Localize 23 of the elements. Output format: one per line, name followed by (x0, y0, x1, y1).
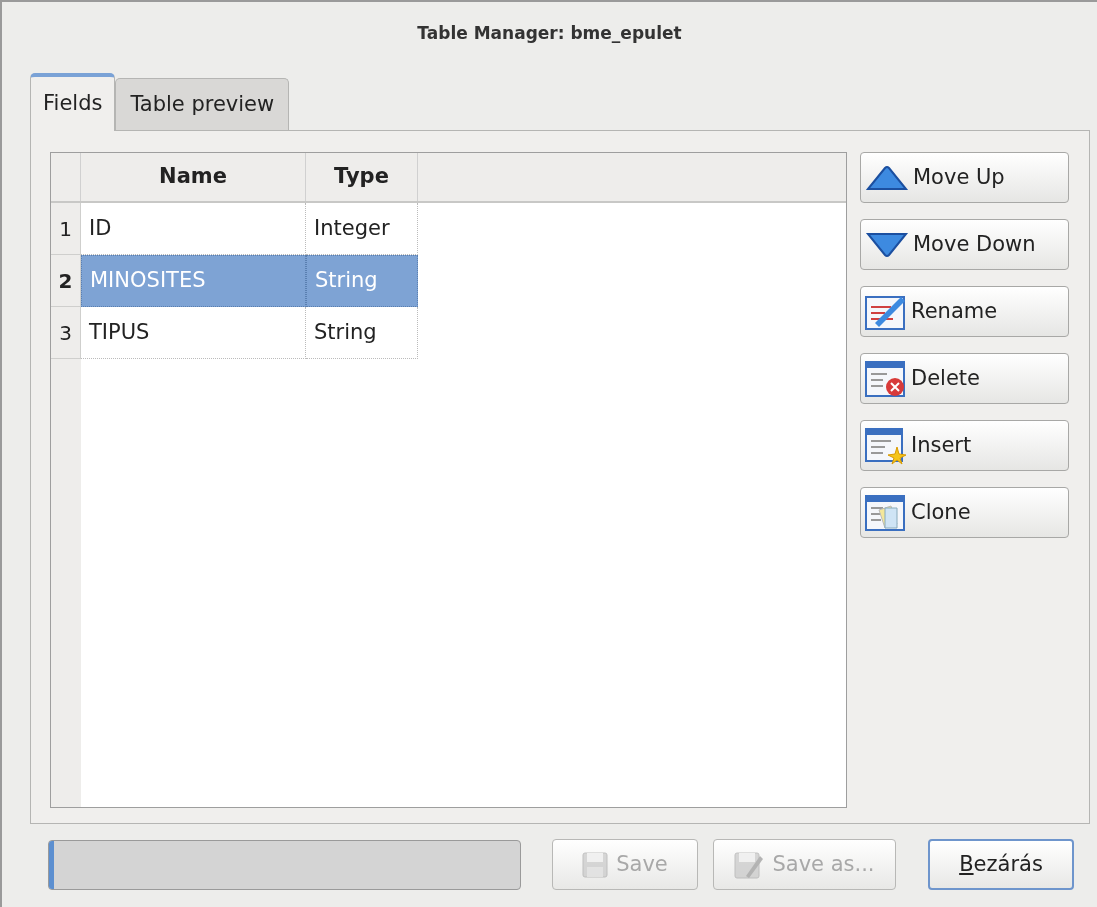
toolbar-button[interactable]: Insert (860, 420, 1069, 471)
floppy-pencil-icon (734, 849, 765, 880)
column-header[interactable]: Type (306, 153, 418, 201)
window-title: Table Manager: bme_epulet (417, 22, 682, 46)
toolbar-button[interactable]: Move Down (860, 219, 1069, 270)
toolbar-button[interactable]: Delete (860, 353, 1069, 404)
row-number: 1 (51, 203, 81, 255)
table-copy-icon (865, 493, 907, 532)
table-cell[interactable]: TIPUS (81, 307, 306, 359)
arrow-down-icon (865, 230, 909, 259)
toolbar-button[interactable]: Clone (860, 487, 1069, 538)
table-star-icon (865, 426, 907, 465)
toolbar-button[interactable]: Rename (860, 286, 1069, 337)
row-number: 3 (51, 307, 81, 359)
row-number: 2 (51, 255, 81, 307)
column-header[interactable]: Name (81, 153, 306, 201)
table-cell[interactable]: String (306, 307, 418, 359)
toolbar-button[interactable]: Move Up (860, 152, 1069, 203)
table-delete-icon (865, 359, 907, 398)
close-button[interactable]: Bezárás (928, 839, 1074, 890)
arrow-up-icon (865, 163, 909, 192)
tab[interactable]: Fields (30, 73, 116, 131)
tab[interactable]: Table preview (115, 78, 290, 130)
